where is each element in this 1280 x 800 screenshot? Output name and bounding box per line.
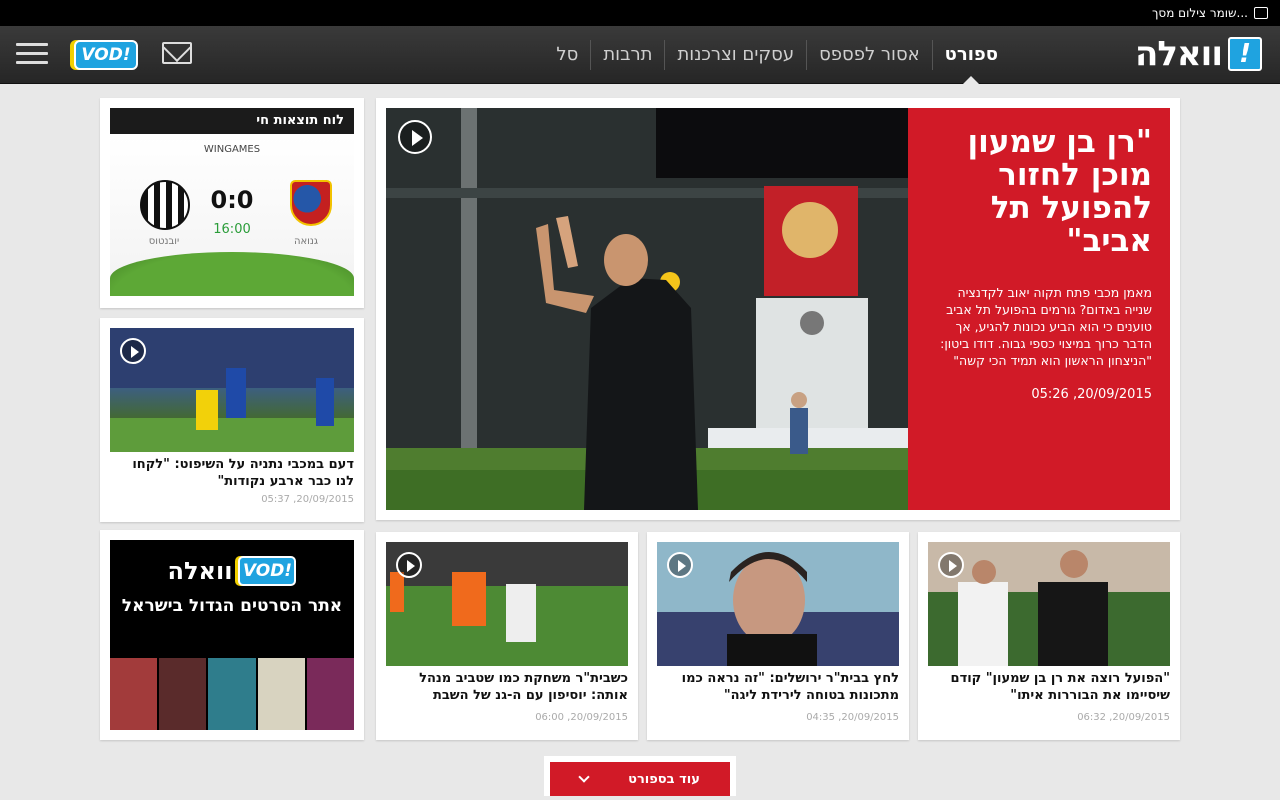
ad-walla-text: וואלה [167, 557, 233, 585]
ad-vod-logo: VOD! [238, 556, 297, 586]
vod-ad-banner: וואלה VOD! אתר הסרטים הגדול בישראל [110, 540, 355, 730]
chevron-down-icon [578, 771, 590, 783]
status-bar: שומר צילום מסך... [0, 0, 1280, 26]
more-sport-button[interactable]: עוד בספורט [544, 756, 736, 796]
article-card[interactable]: לחץ בבית"ר ירושלים: "זה נראה כמו מתכונות… [647, 532, 909, 740]
play-icon[interactable] [938, 552, 964, 578]
article-date: 06:32 ,20/09/2015 [1077, 712, 1170, 723]
hero-summary: מאמן מכבי פתח תקוה יאוב לקדנציה שנייה בא… [940, 285, 1152, 368]
article-date: 05:37 ,20/09/2015 [261, 494, 354, 505]
play-icon[interactable] [396, 552, 422, 578]
article-title: לחץ בבית"ר ירושלים: "זה נראה כמו מתכונות… [681, 671, 899, 703]
hero-text-panel: "רן בן שמעון מוכן לחזור להפועל תל אביב" … [908, 108, 1170, 510]
hero-title[interactable]: "רן בן שמעון מוכן לחזור להפועל תל אביב" [926, 126, 1152, 258]
article-date: 06:00 ,20/09/2015 [535, 712, 628, 723]
article-image [110, 328, 354, 452]
team-away-name: יובנטוס [148, 236, 180, 247]
live-scores-header: לוח תוצאות חי [110, 108, 354, 134]
menu-icon[interactable] [16, 43, 48, 67]
article-card[interactable]: כשבית"ר משחקת כמו שטביב מנהל אותה: יוסיפ… [376, 532, 638, 740]
match-time: 16:00 [213, 222, 251, 237]
hero-date: 05:26 ,20/09/2015 [1031, 387, 1152, 402]
status-text: שומר צילום מסך... [1151, 6, 1248, 20]
movie-posters [110, 658, 355, 730]
hero-story[interactable]: "רן בן שמעון מוכן לחזור להפועל תל אביב" … [376, 98, 1180, 520]
live-scores-body: WINGAMES 0:0 16:00 גנואה יובנטוס [110, 136, 354, 296]
tab-culture[interactable]: תרבות [590, 40, 664, 70]
more-sport-label: עוד בספורט [628, 771, 700, 787]
article-image [657, 542, 899, 666]
tab-business[interactable]: עסקים וצרכנות [664, 40, 806, 70]
logo-badge: ! [1228, 37, 1262, 71]
article-card[interactable]: דעם במכבי נתניה על השיפוט: "לקחו לנו כבר… [100, 318, 364, 522]
play-icon[interactable] [120, 338, 146, 364]
tab-sport[interactable]: ספורט [931, 40, 1010, 84]
team-home-name: גנואה [293, 236, 319, 247]
tab-basket[interactable]: סל [544, 40, 590, 70]
logo-text: וואלה [1134, 34, 1223, 74]
article-title: "הפועל רוצה את רן בן שמעון" קודם שיסיימו… [950, 671, 1170, 703]
pitch-graphic [110, 252, 354, 296]
play-icon[interactable] [667, 552, 693, 578]
article-date: 04:35 ,20/09/2015 [806, 712, 899, 723]
live-brand: WINGAMES [203, 144, 261, 155]
vod-ad[interactable]: וואלה VOD! אתר הסרטים הגדול בישראל [100, 530, 364, 740]
play-icon[interactable] [398, 120, 432, 154]
walla-logo[interactable]: ! וואלה [1135, 34, 1262, 74]
nav-tabs: ספורט אסור לפספס עסקים וצרכנות תרבות סל [544, 26, 1010, 84]
top-navigation: VOD! ספורט אסור לפספס עסקים וצרכנות תרבו… [0, 26, 1280, 84]
match-score: 0:0 [210, 186, 254, 214]
live-scores-widget[interactable]: לוח תוצאות חי WINGAMES 0:0 16:00 גנואה י… [100, 98, 364, 308]
article-image [928, 542, 1170, 666]
article-image [386, 542, 628, 666]
screenshot-icon [1254, 7, 1268, 19]
tab-must-see[interactable]: אסור לפספס [806, 40, 932, 70]
hero-image [386, 108, 908, 510]
vod-logo[interactable]: VOD! [74, 40, 138, 70]
mail-icon[interactable] [162, 42, 192, 64]
article-title: כשבית"ר משחקת כמו שטביב מנהל אותה: יוסיפ… [419, 671, 628, 703]
article-title: דעם במכבי נתניה על השיפוט: "לקחו לנו כבר… [132, 457, 354, 489]
article-card[interactable]: "הפועל רוצה את רן בן שמעון" קודם שיסיימו… [918, 532, 1180, 740]
ad-tagline: אתר הסרטים הגדול בישראל [121, 596, 343, 616]
